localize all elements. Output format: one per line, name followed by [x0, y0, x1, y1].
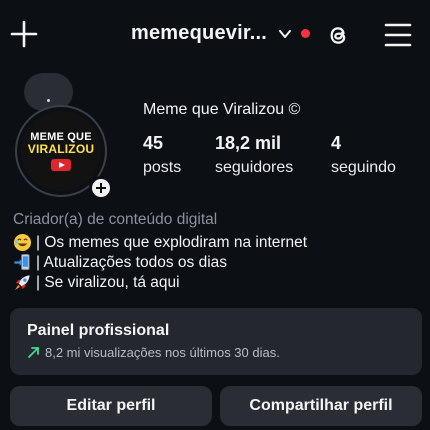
dashboard-subtitle: 8,2 mi visualizações nos últimos 30 dias… [27, 345, 280, 360]
bio-text: | Os memes que explodiram na internet [36, 233, 308, 251]
play-icon [51, 159, 71, 171]
plus-icon [96, 183, 106, 193]
professional-dashboard-card[interactable] [10, 308, 422, 375]
following-count[interactable]: 4 [331, 133, 341, 154]
notification-dot [301, 29, 310, 38]
add-story-button[interactable] [89, 176, 113, 200]
dashboard-title: Painel profissional [27, 322, 170, 339]
new-post-plus-icon[interactable] [9, 19, 39, 49]
menu-icon[interactable] [384, 22, 412, 48]
threads-icon[interactable] [323, 20, 353, 50]
chevron-down-icon [279, 29, 291, 38]
posts-label[interactable]: posts [143, 159, 181, 177]
followers-label[interactable]: seguidores [215, 159, 293, 177]
bio-line: | Se viralizou, tá aqui [13, 273, 180, 292]
posts-count[interactable]: 45 [143, 133, 163, 154]
bio-text: | Atualizações todos os dias [36, 253, 228, 271]
phone-update-emoji-icon [14, 253, 30, 271]
rocket-emoji-icon [14, 275, 30, 291]
account-switcher[interactable]: memequevir... [131, 22, 310, 45]
dashboard-views-text: 8,2 mi visualizações nos últimos 30 dias… [45, 345, 280, 360]
share-profile-button[interactable]: Compartilhar perfil [220, 386, 422, 426]
bio-line: | Atualizações todos os dias [13, 253, 227, 272]
trending-up-icon [28, 347, 39, 358]
profile-category: Criador(a) de conteúdo digital [13, 211, 218, 228]
note-dot [47, 99, 50, 102]
display-name: Meme que Viralizou © [143, 101, 301, 118]
avatar[interactable]: MEME QUE VIRALIZOU [21, 111, 101, 191]
edit-profile-button[interactable]: Editar perfil [10, 386, 212, 426]
laughing-emoji-icon [13, 233, 32, 252]
bio-line: | Os memes que explodiram na internet [13, 233, 307, 252]
username: memequevir... [131, 22, 267, 44]
avatar-logo-line2: VIRALIZOU [27, 142, 95, 156]
followers-count[interactable]: 18,2 mil [215, 133, 281, 154]
bio-text: | Se viralizou, tá aqui [36, 273, 180, 291]
following-label[interactable]: seguindo [331, 159, 396, 177]
